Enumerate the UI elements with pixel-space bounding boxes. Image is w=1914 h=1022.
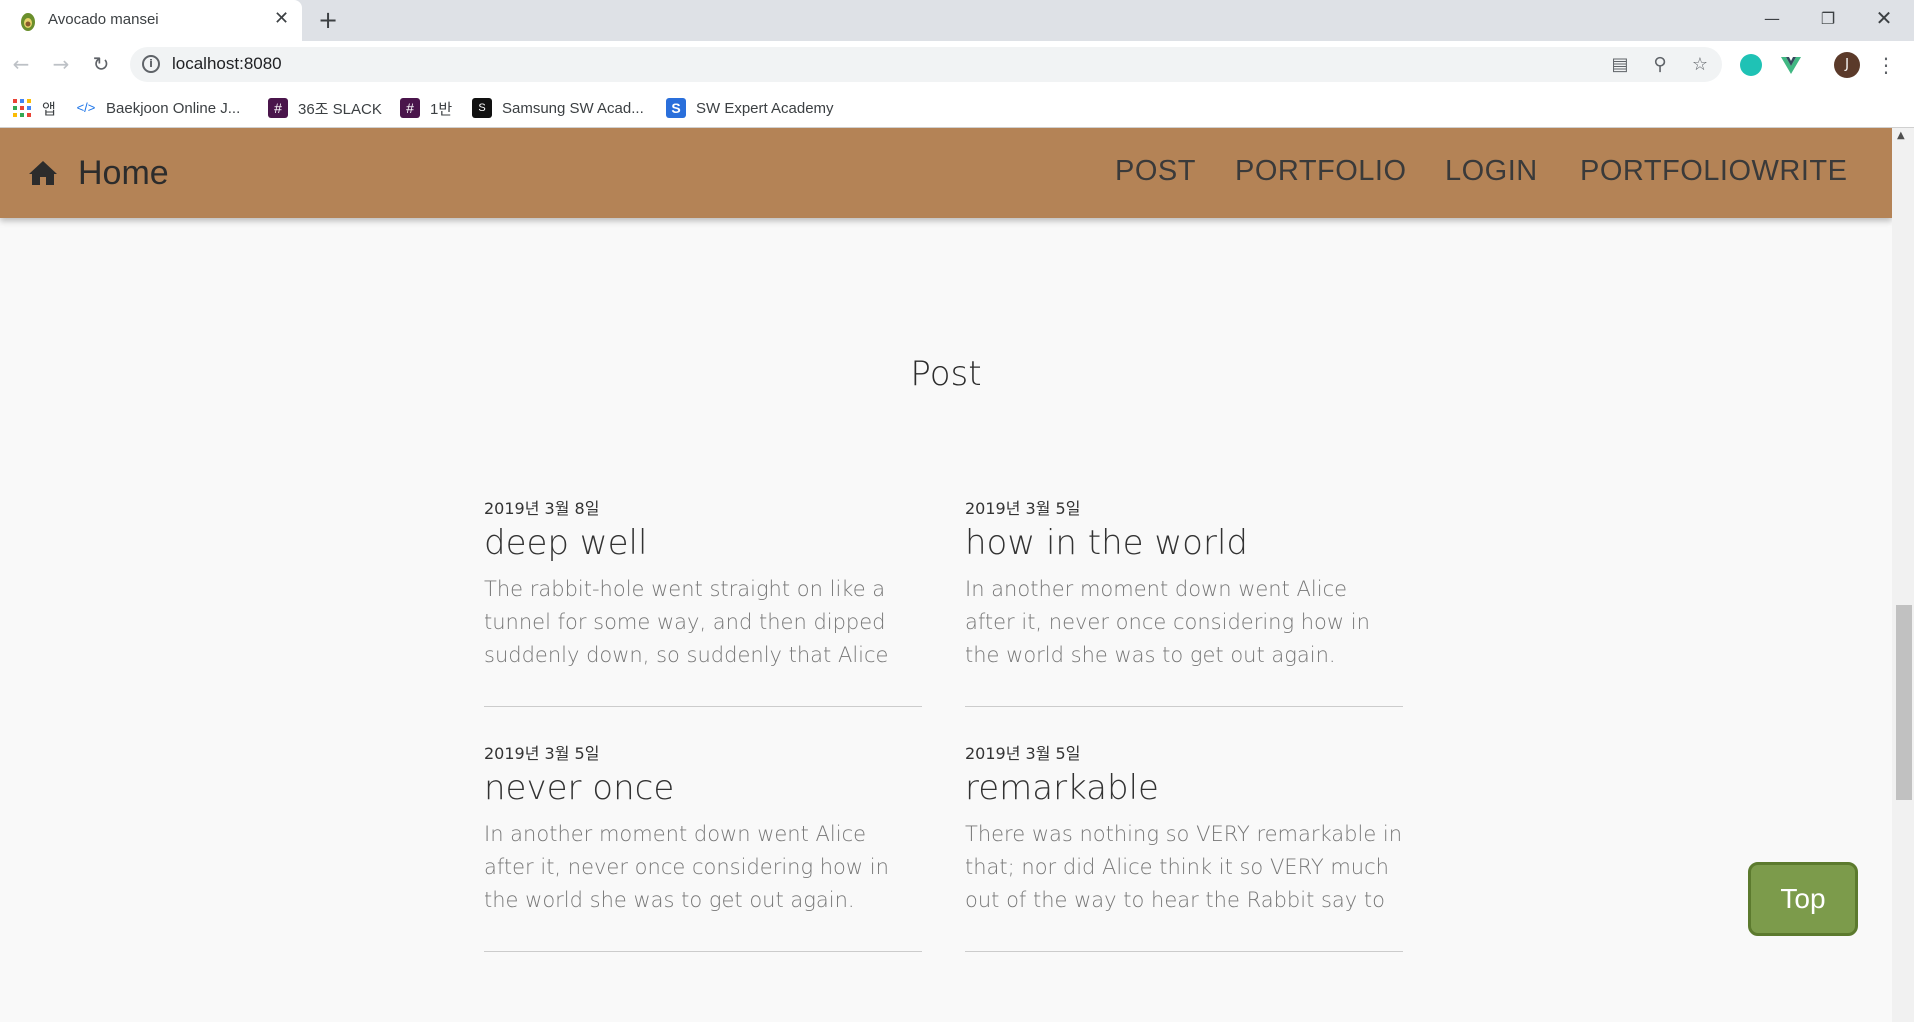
bookmark-label: 1반 (430, 100, 453, 118)
post-divider (484, 951, 922, 952)
avocado-favicon-icon (21, 13, 35, 31)
scroll-top-button[interactable]: Top (1748, 862, 1858, 936)
bookmark-sw-expert-academy[interactable]: S SW Expert Academy (666, 96, 834, 120)
slack-icon: # (400, 98, 420, 118)
translate-icon[interactable]: ▤ (1608, 53, 1632, 77)
tab-close-icon[interactable]: ✕ (274, 9, 289, 29)
nav-link-post[interactable]: POST (1115, 155, 1196, 188)
post-title[interactable]: never once (484, 766, 922, 810)
bookmark-apps[interactable]: 앱 (12, 96, 56, 120)
page-scrollbar[interactable]: ▲ (1892, 128, 1914, 1022)
post-excerpt: In another moment down went Alice after … (484, 822, 889, 912)
post-excerpt: There was nothing so VERY remarkable in … (965, 822, 1403, 912)
post-date: 2019년 3월 5일 (484, 744, 600, 763)
browser-tab[interactable]: Avocado mansei ✕ (0, 0, 302, 41)
bookmark-label: 36조 SLACK (298, 100, 382, 118)
tab-title: Avocado mansei (48, 11, 159, 28)
post-title[interactable]: how in the world (965, 521, 1403, 565)
address-url[interactable]: localhost:8080 (172, 54, 282, 74)
post-divider (965, 706, 1403, 707)
nav-link-portfolio[interactable]: PORTFOLIO (1235, 155, 1407, 188)
slack-icon: # (268, 98, 288, 118)
home-label: Home (78, 153, 169, 192)
profile-avatar[interactable]: J (1834, 52, 1860, 78)
post-date: 2019년 3월 5일 (965, 744, 1081, 763)
address-bar[interactable]: i localhost:8080 ▤ ⚲ ☆ (130, 47, 1722, 82)
new-tab-button[interactable]: + (318, 6, 338, 34)
bookmark-1ban[interactable]: # 1반 (400, 96, 452, 120)
nav-link-login[interactable]: LOGIN (1445, 155, 1538, 188)
bookmark-label: SW Expert Academy (696, 99, 834, 117)
bookmark-36-slack[interactable]: # 36조 SLACK (268, 96, 382, 120)
bookmark-label: Samsung SW Acad... (502, 99, 644, 117)
forward-arrow-icon[interactable]: → (46, 49, 76, 79)
home-icon (29, 161, 57, 185)
bookmark-samsung-sw-academy[interactable]: S Samsung SW Acad... (472, 96, 644, 120)
swea-icon: S (666, 98, 686, 118)
post-title[interactable]: remarkable (965, 766, 1403, 810)
browser-tabstrip: Avocado mansei ✕ + — ❐ ✕ (0, 0, 1914, 41)
bookmark-label: Baekjoon Online J... (106, 99, 241, 117)
section-title: Post (910, 354, 982, 394)
scroll-up-arrow-icon[interactable]: ▲ (1897, 130, 1905, 141)
restore-icon[interactable]: ❐ (1800, 0, 1856, 36)
academy-icon: S (472, 98, 492, 118)
apps-grid-icon (13, 99, 31, 117)
site-info-icon[interactable]: i (142, 55, 160, 73)
zoom-icon[interactable]: ⚲ (1648, 53, 1672, 77)
back-arrow-icon[interactable]: ← (6, 49, 36, 79)
browser-menu-icon[interactable]: ⋮ (1876, 51, 1896, 79)
post-title[interactable]: deep well (484, 521, 922, 565)
post-date: 2019년 3월 5일 (965, 499, 1081, 518)
code-icon: </> (76, 100, 96, 115)
bookmark-baekjoon[interactable]: </> Baekjoon Online J... (76, 96, 241, 120)
post-excerpt: The rabbit-hole went straight on like a … (484, 577, 889, 667)
page-viewport: Home POST PORTFOLIO LOGIN PORTFOLIOWRITE… (0, 128, 1914, 1022)
reload-icon[interactable]: ↻ (86, 49, 116, 79)
post-divider (484, 706, 922, 707)
minimize-icon[interactable]: — (1744, 0, 1800, 36)
post-card[interactable]: 2019년 3월 5일 how in the world In another … (965, 495, 1403, 672)
window-close-icon[interactable]: ✕ (1856, 0, 1912, 36)
post-date: 2019년 3월 8일 (484, 499, 600, 518)
scrollbar-thumb[interactable] (1896, 605, 1912, 800)
home-link[interactable]: Home (28, 148, 169, 198)
post-divider (965, 951, 1403, 952)
post-excerpt: In another moment down went Alice after … (965, 577, 1370, 667)
bookmarks-bar: 앱 </> Baekjoon Online J... # 36조 SLACK #… (0, 88, 1914, 128)
nav-link-portfoliowrite[interactable]: PORTFOLIOWRITE (1580, 155, 1847, 188)
post-card[interactable]: 2019년 3월 8일 deep well The rabbit-hole we… (484, 495, 922, 672)
site-navbar: Home POST PORTFOLIO LOGIN PORTFOLIOWRITE (0, 128, 1892, 218)
bookmark-star-icon[interactable]: ☆ (1688, 53, 1712, 77)
extension-m-icon[interactable] (1740, 54, 1762, 76)
vue-devtools-icon[interactable] (1780, 54, 1802, 76)
bookmark-label: 앱 (42, 100, 56, 118)
post-card[interactable]: 2019년 3월 5일 never once In another moment… (484, 740, 922, 917)
browser-toolbar: ← → ↻ i localhost:8080 ▤ ⚲ ☆ J ⋮ (0, 41, 1914, 88)
post-card[interactable]: 2019년 3월 5일 remarkable There was nothing… (965, 740, 1403, 917)
